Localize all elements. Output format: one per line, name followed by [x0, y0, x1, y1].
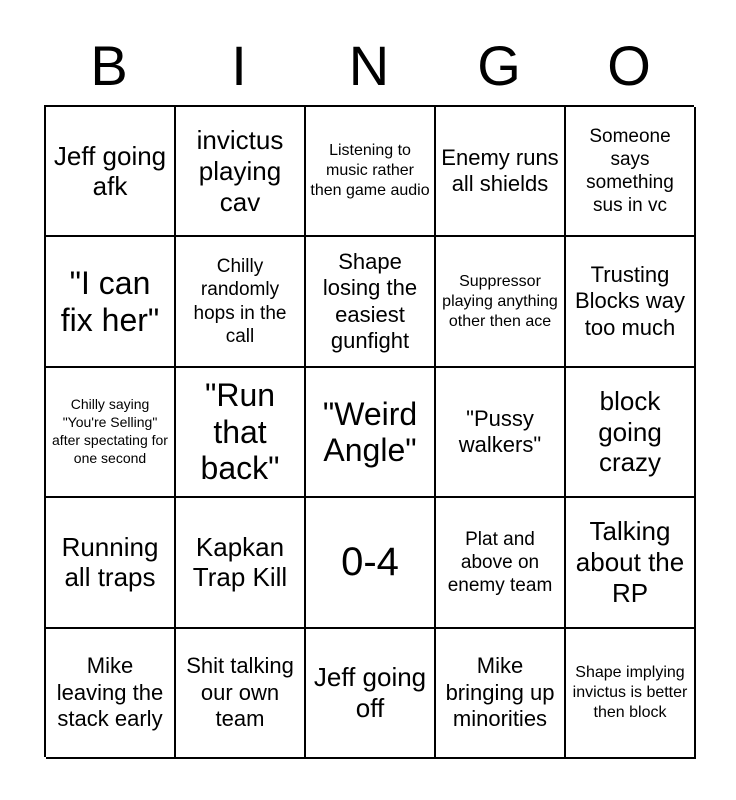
bingo-cell-n1[interactable]: Listening to music rather then game audi…: [306, 107, 436, 238]
bingo-header-letter-n: N: [348, 34, 390, 97]
bingo-header-letter-b: B: [90, 34, 128, 97]
bingo-cell-g3[interactable]: "Pussy walkers": [436, 367, 566, 499]
bingo-cell-i4[interactable]: Kapkan Trap Kill: [176, 498, 306, 629]
bingo-cell-text: Running all traps: [61, 531, 159, 593]
bingo-cell-o5[interactable]: Shape implying invictus is better then b…: [566, 628, 696, 759]
bingo-card: B I N G O Jeff going afk invictus playin…: [0, 0, 736, 800]
bingo-header-letter-g: G: [477, 34, 521, 97]
bingo-cell-i1[interactable]: invictus playing cav: [176, 107, 306, 238]
bingo-cell-text: Kapkan Trap Kill: [192, 531, 288, 593]
bingo-header-letter-o: O: [607, 34, 651, 97]
bingo-cell-o2[interactable]: Trusting Blocks way too much: [566, 237, 696, 368]
bingo-cell-b1[interactable]: Jeff going afk: [46, 107, 176, 238]
bingo-cell-b4[interactable]: Running all traps: [46, 498, 176, 629]
bingo-cell-b3[interactable]: Chilly saying "You're Selling" after spe…: [46, 367, 176, 499]
bingo-header: B I N G O: [44, 30, 694, 102]
bingo-header-letter-i: I: [231, 34, 247, 97]
bingo-cell-o1[interactable]: Someone says something sus in vc: [566, 107, 696, 238]
bingo-cell-text: Shape losing the easiest gunfight: [322, 248, 418, 353]
bingo-cell-o4[interactable]: Talking about the RP: [566, 498, 696, 629]
bingo-cell-text: Someone says something sus in vc: [586, 125, 674, 217]
bingo-cell-text: "Pussy walkers": [458, 405, 542, 457]
bingo-cell-text: Shape implying invictus is better then b…: [572, 663, 688, 721]
bingo-cell-b2[interactable]: "I can fix her": [46, 237, 176, 368]
bingo-cell-text: "Run that back": [200, 377, 280, 487]
bingo-cell-text: Jeff going off: [313, 662, 427, 723]
bingo-cell-text: Enemy runs all shields: [441, 144, 559, 197]
bingo-cell-text: "I can fix her": [60, 265, 160, 338]
bingo-cell-i3[interactable]: "Run that back": [176, 367, 306, 499]
bingo-cell-text: Plat and above on enemy team: [447, 528, 553, 596]
bingo-cell-g5[interactable]: Mike bringing up minorities: [436, 628, 566, 759]
bingo-cell-text: Mike bringing up minorities: [445, 653, 555, 731]
bingo-cell-text: Trusting Blocks way too much: [574, 262, 686, 340]
bingo-cell-text: "Weird Angle": [322, 395, 418, 468]
bingo-cell-text: Chilly randomly hops in the call: [193, 256, 287, 347]
bingo-cell-text: Jeff going afk: [53, 140, 167, 202]
bingo-cell-n3[interactable]: "Weird Angle": [306, 367, 436, 499]
bingo-cell-g4[interactable]: Plat and above on enemy team: [436, 498, 566, 629]
bingo-cell-g2[interactable]: Suppressor playing anything other then a…: [436, 237, 566, 368]
bingo-cell-text: 0-4: [341, 539, 399, 584]
bingo-cell-text: Listening to music rather then game audi…: [310, 142, 430, 200]
bingo-grid: Jeff going afk invictus playing cav List…: [44, 105, 696, 759]
bingo-cell-text: Chilly saying "You're Selling" after spe…: [52, 396, 168, 466]
bingo-cell-i5[interactable]: Shit talking our own team: [176, 628, 306, 759]
bingo-cell-n4[interactable]: 0-4: [306, 498, 436, 629]
bingo-cell-text: Suppressor playing anything other then a…: [442, 272, 558, 330]
bingo-cell-b5[interactable]: Mike leaving the stack early: [46, 628, 176, 759]
bingo-cell-n2[interactable]: Shape losing the easiest gunfight: [306, 237, 436, 368]
bingo-cell-text: block going crazy: [598, 385, 662, 478]
bingo-cell-o3[interactable]: block going crazy: [566, 367, 696, 499]
bingo-cell-text: invictus playing cav: [196, 125, 284, 217]
bingo-cell-g1[interactable]: Enemy runs all shields: [436, 107, 566, 238]
bingo-cell-text: Shit talking our own team: [186, 653, 294, 731]
bingo-cell-text: Mike leaving the stack early: [56, 653, 164, 731]
bingo-cell-text: Talking about the RP: [575, 516, 685, 608]
bingo-cell-i2[interactable]: Chilly randomly hops in the call: [176, 237, 306, 368]
bingo-cell-n5[interactable]: Jeff going off: [306, 628, 436, 759]
